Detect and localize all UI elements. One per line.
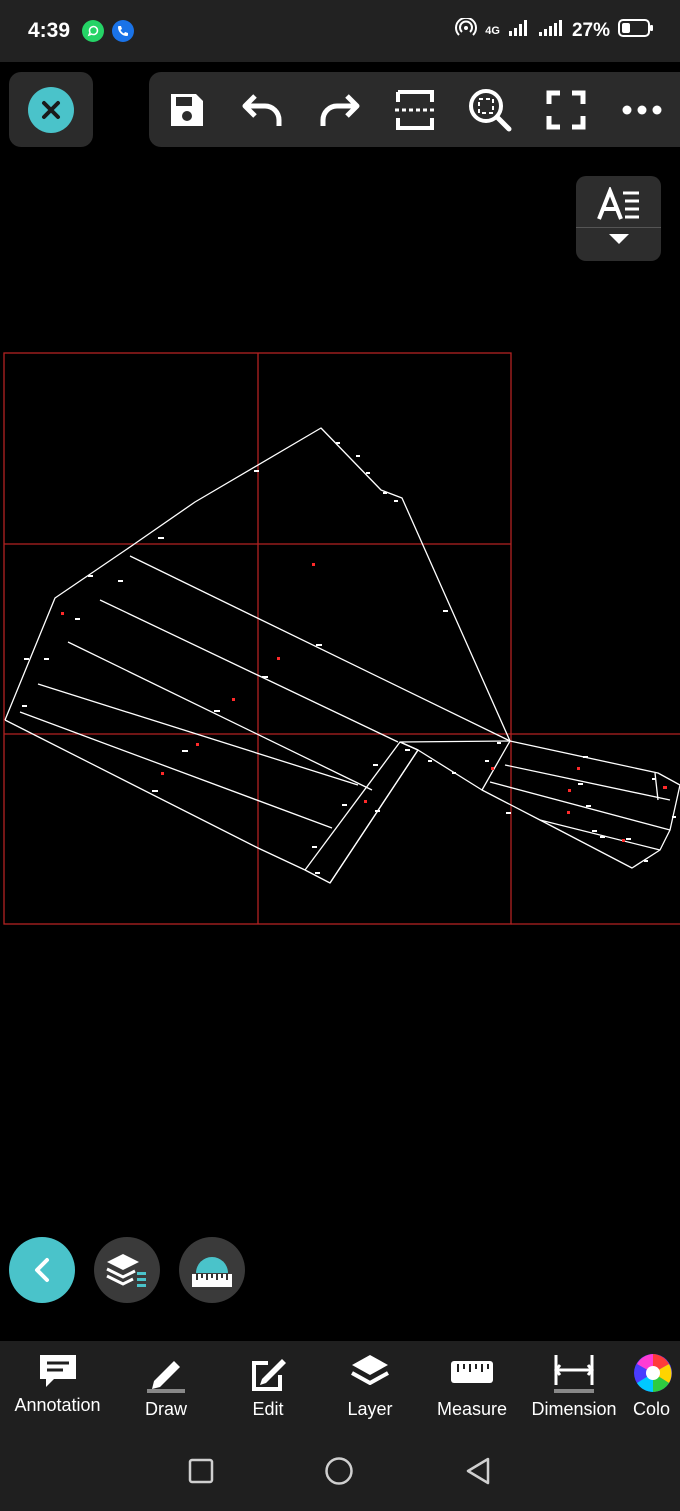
layers-icon	[351, 1355, 389, 1385]
pencil-icon	[147, 1361, 185, 1393]
red-markers	[61, 563, 667, 842]
tools-panel	[149, 72, 680, 147]
draw-tool[interactable]: Draw	[115, 1341, 217, 1436]
close-button[interactable]	[9, 72, 93, 147]
signal-icon-2	[538, 19, 564, 43]
text-style-icon	[596, 187, 639, 220]
annotation-tool[interactable]: Annotation	[0, 1341, 115, 1436]
dimension-label: Dimension	[531, 1399, 617, 1419]
square-icon	[188, 1458, 214, 1484]
text-style-button[interactable]	[576, 176, 661, 261]
zoom-icon	[469, 88, 512, 131]
layers-list-icon	[106, 1254, 146, 1287]
grid-lines	[3, 352, 680, 925]
protractor-ruler-icon	[192, 1257, 232, 1287]
phone-icon	[112, 20, 135, 42]
status-right: 4G 27%	[455, 16, 654, 44]
edit-label: Edit	[252, 1399, 284, 1419]
status-time: 4:39	[28, 19, 71, 42]
save-button[interactable]	[149, 72, 225, 147]
battery-percent: 27%	[571, 20, 610, 41]
layer-label: Layer	[347, 1399, 393, 1419]
top-toolbar	[0, 62, 680, 162]
chevron-left-icon	[35, 1258, 49, 1282]
dimension-tool[interactable]: Dimension	[523, 1341, 625, 1436]
undo-button[interactable]	[225, 72, 301, 147]
color-label: Colo	[633, 1399, 671, 1419]
annotation-icon	[39, 1355, 76, 1387]
triangle-back-icon	[466, 1457, 490, 1485]
fullscreen-icon	[546, 90, 586, 129]
fit-width-button[interactable]	[377, 72, 453, 147]
text-marks	[22, 442, 676, 874]
fullscreen-button[interactable]	[528, 72, 604, 147]
zoom-extents-button[interactable]	[452, 72, 528, 147]
edit-icon	[252, 1359, 286, 1391]
system-nav-bar	[0, 1436, 680, 1511]
undo-icon	[242, 93, 282, 126]
save-icon	[170, 93, 203, 126]
more-icon	[622, 105, 662, 114]
network-type: 4G	[485, 25, 500, 37]
status-bar: 4:39 4G 27%	[0, 0, 680, 62]
color-tool[interactable]: Colo	[625, 1341, 680, 1436]
status-left: 4:39	[28, 19, 135, 43]
chevron-down-icon	[608, 234, 629, 244]
edit-tool[interactable]: Edit	[217, 1341, 319, 1436]
hotspot-icon	[455, 16, 478, 44]
parcel-lines	[4, 427, 680, 884]
layer-manager-button[interactable]	[94, 1237, 160, 1303]
color-wheel-icon	[634, 1354, 672, 1392]
recents-button[interactable]	[188, 1458, 214, 1489]
measure-tool[interactable]: Measure	[421, 1341, 523, 1436]
layer-tool[interactable]: Layer	[319, 1341, 421, 1436]
measure-tool-button[interactable]	[179, 1237, 245, 1303]
collapse-button[interactable]	[9, 1237, 75, 1303]
drawing-canvas[interactable]	[0, 340, 680, 940]
more-button[interactable]	[604, 72, 680, 147]
close-icon	[28, 86, 74, 133]
back-button[interactable]	[464, 1456, 492, 1491]
dimension-icon	[554, 1355, 594, 1393]
fit-width-icon	[394, 89, 435, 130]
text-style-dropdown[interactable]	[576, 227, 661, 250]
redo-icon	[320, 93, 360, 126]
circle-icon	[325, 1457, 353, 1485]
redo-button[interactable]	[301, 72, 377, 147]
home-button[interactable]	[324, 1456, 354, 1491]
signal-icon	[508, 19, 530, 43]
battery-icon	[618, 18, 654, 44]
whatsapp-icon	[82, 20, 105, 42]
measure-label: Measure	[436, 1399, 508, 1419]
ruler-icon	[451, 1361, 493, 1383]
cad-drawing	[3, 352, 680, 925]
bottom-toolbar: Annotation Draw Edit Layer Measure Dimen…	[0, 1341, 680, 1436]
annotation-label: Annotation	[14, 1395, 101, 1415]
draw-label: Draw	[144, 1399, 187, 1419]
